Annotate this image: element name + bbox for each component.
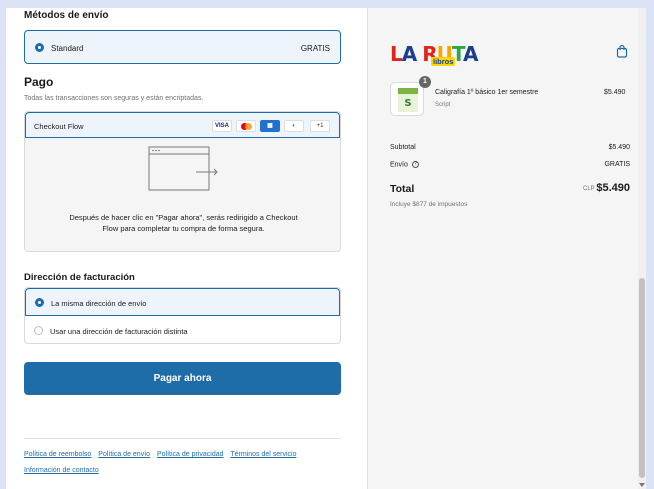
billing-radio-selected[interactable] (35, 298, 44, 307)
payment-title: Pago (24, 75, 54, 89)
billing-option-same-label: La misma dirección de envío (51, 299, 147, 308)
svg-text:S: S (404, 98, 411, 109)
contact-info-link[interactable]: Información de contacto (24, 467, 99, 474)
visa-card-icon: VISA (212, 120, 232, 132)
store-logo-subtitle: libros (431, 57, 456, 66)
privacy-policy-link[interactable]: Política de privacidad (157, 451, 224, 458)
subtotal-value: $5.490 (608, 144, 630, 151)
payment-redirect-panel: Después de hacer clic en "Pagar ahora", … (25, 138, 340, 251)
terms-of-service-link[interactable]: Términos del servicio (230, 451, 296, 458)
book-cover-icon: S (398, 88, 418, 112)
checkout-page: Métodos de envío Standard GRATIS Pago To… (6, 8, 646, 489)
scrollbar-thumb[interactable] (639, 278, 645, 478)
total-currency: CLP (583, 186, 595, 192)
billing-option-other[interactable]: Usar una dirección de facturación distin… (25, 316, 340, 343)
product-price: $5.490 (604, 89, 626, 96)
tax-note: Incluye $877 de impuestos (390, 201, 468, 208)
billing-options: La misma dirección de envío Usar una dir… (24, 287, 341, 344)
refund-policy-link[interactable]: Política de reembolso (24, 451, 91, 458)
subtotal-label: Subtotal (390, 144, 416, 151)
total-label: Total (390, 183, 415, 195)
shipping-radio-selected[interactable] (35, 43, 44, 52)
quantity-badge: 1 (419, 76, 431, 88)
billing-title: Dirección de facturación (24, 272, 135, 283)
payment-redirect-info: Después de hacer clic en "Pagar ahora", … (69, 213, 298, 233)
billing-option-same[interactable]: La misma dirección de envío (25, 288, 340, 316)
shipping-option-standard[interactable]: Standard GRATIS (24, 30, 341, 64)
footer-links: Política de reembolso Política de envío … (24, 447, 344, 479)
store-logo[interactable]: LA RUTA libros (390, 36, 490, 70)
payment-provider-label: Checkout Flow (34, 122, 84, 131)
shipping-policy-link[interactable]: Política de envío (98, 451, 150, 458)
product-thumbnail: S (390, 82, 424, 116)
payment-subtitle: Todas las transacciones son seguras y es… (24, 95, 204, 102)
amex-card-icon: ▦ (260, 120, 280, 132)
order-summary: LA RUTA libros S 1 Caligrafía 1º básico … (367, 8, 646, 489)
info-icon[interactable]: ? (411, 161, 419, 168)
shipping-cost-label: Envío (390, 161, 408, 169)
billing-radio-unselected[interactable] (34, 326, 43, 335)
scroll-down-arrow-icon[interactable] (639, 483, 645, 487)
shipping-methods-title: Métodos de envío (24, 10, 109, 21)
more-cards-badge: +1 (310, 120, 330, 132)
billing-option-other-label: Usar una dirección de facturación distin… (50, 327, 188, 336)
shipping-option-label: Standard (51, 44, 84, 53)
product-variant: Script (435, 102, 451, 108)
diners-card-icon: ◐ (284, 120, 304, 132)
browser-redirect-icon (148, 146, 218, 191)
product-name: Caligrafía 1º básico 1er semestre (435, 89, 539, 96)
checkout-main: Métodos de envío Standard GRATIS Pago To… (6, 8, 367, 489)
total-value: $5.490 (596, 182, 630, 194)
shipping-cost-row: Envío ? (390, 161, 419, 168)
pay-now-button[interactable]: Pagar ahora (24, 362, 341, 395)
shipping-option-price: GRATIS (300, 44, 330, 53)
mastercard-card-icon (236, 120, 256, 132)
payment-method-box: Checkout Flow VISA ▦ ◐ +1 Después de hac… (24, 111, 341, 252)
payment-option-checkout-flow[interactable]: Checkout Flow VISA ▦ ◐ +1 (25, 112, 340, 138)
scrollbar[interactable] (638, 8, 646, 489)
cart-bag-icon[interactable] (616, 44, 628, 58)
footer-divider (24, 438, 341, 439)
shipping-cost-value: GRATIS (604, 161, 630, 168)
